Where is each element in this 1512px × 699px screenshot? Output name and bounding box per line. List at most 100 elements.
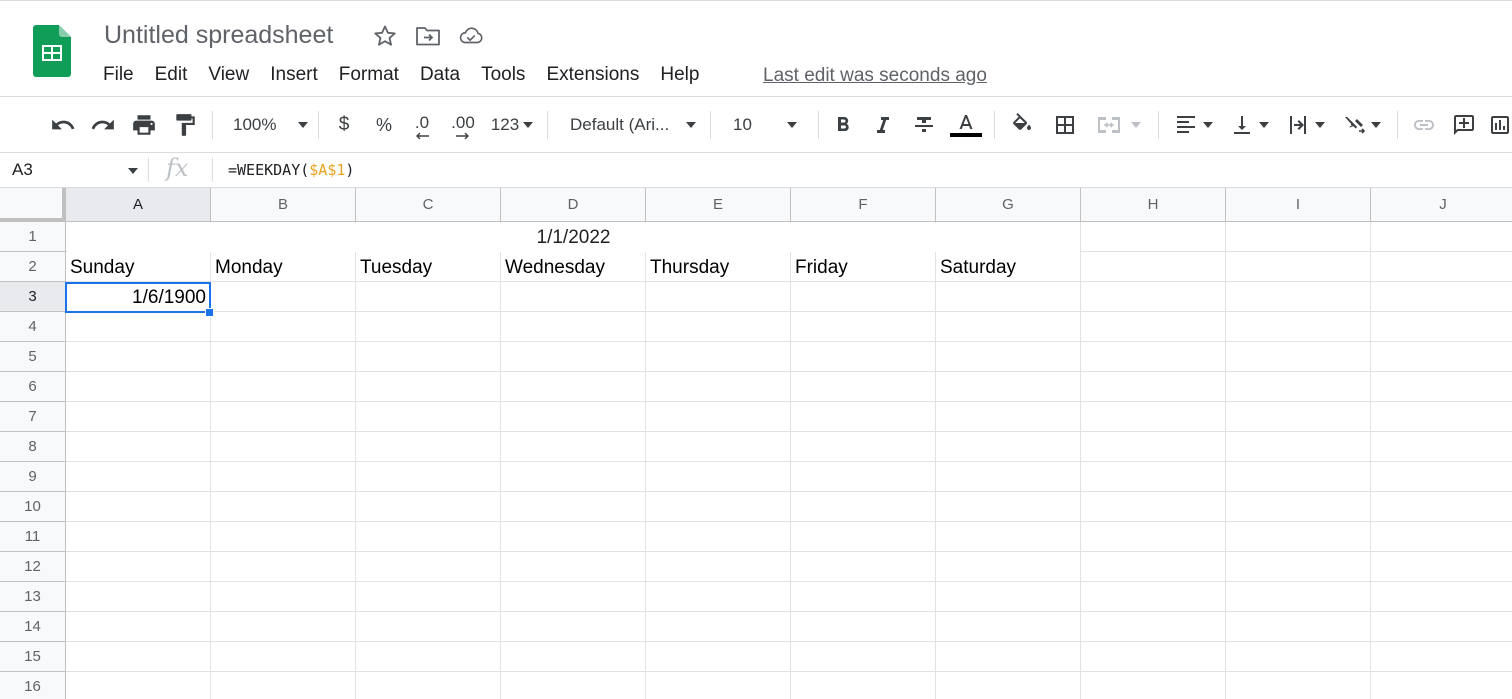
redo-icon[interactable] xyxy=(86,97,120,153)
formula-input[interactable]: =WEEKDAY($A$1) xyxy=(228,161,354,179)
row-header-2[interactable]: 2 xyxy=(0,252,66,282)
menu-edit[interactable]: Edit xyxy=(155,61,188,89)
row-header-5[interactable]: 5 xyxy=(0,342,66,372)
document-title[interactable]: Untitled spreadsheet xyxy=(104,19,333,51)
star-icon[interactable] xyxy=(372,23,398,49)
name-box[interactable]: A3 xyxy=(0,153,148,187)
toolbar-divider xyxy=(1158,111,1159,139)
column-header-c[interactable]: C xyxy=(356,188,501,222)
insert-chart-icon[interactable] xyxy=(1488,97,1512,153)
paint-format-icon[interactable] xyxy=(168,97,202,153)
cell-e2[interactable]: Thursday xyxy=(650,253,729,282)
menu-data[interactable]: Data xyxy=(420,61,460,89)
row-header-4[interactable]: 4 xyxy=(0,312,66,342)
column-header-b[interactable]: B xyxy=(211,188,356,222)
menu-tools[interactable]: Tools xyxy=(481,61,525,89)
menu-format[interactable]: Format xyxy=(339,61,399,89)
sheets-logo-icon[interactable] xyxy=(33,25,71,77)
italic-icon[interactable] xyxy=(868,97,898,153)
row-header-16[interactable]: 16 xyxy=(0,672,66,699)
row-header-3[interactable]: 3 xyxy=(0,282,66,312)
fill-handle[interactable] xyxy=(205,308,214,317)
column-header-d[interactable]: D xyxy=(501,188,646,222)
text-color-icon[interactable] xyxy=(950,97,982,153)
menu-file[interactable]: File xyxy=(103,61,134,89)
chevron-down-icon xyxy=(523,122,534,128)
fill-color-icon[interactable] xyxy=(1006,97,1038,153)
toolbar-divider xyxy=(994,111,995,139)
select-all-corner[interactable] xyxy=(0,188,66,222)
cloud-saved-icon[interactable] xyxy=(458,23,484,49)
row-header-7[interactable]: 7 xyxy=(0,402,66,432)
row-header-8[interactable]: 8 xyxy=(0,432,66,462)
chevron-down-icon xyxy=(1315,122,1325,128)
merge-cells-icon[interactable] xyxy=(1090,97,1146,153)
column-header-e[interactable]: E xyxy=(646,188,791,222)
column-header-f[interactable]: F xyxy=(791,188,936,222)
formula-reference: $A$1 xyxy=(309,161,346,179)
borders-icon[interactable] xyxy=(1049,97,1081,153)
decrease-decimal-button[interactable]: .0 xyxy=(406,97,438,153)
menu-view[interactable]: View xyxy=(208,61,249,89)
chevron-down-icon xyxy=(1131,122,1141,128)
insert-comment-icon[interactable] xyxy=(1448,97,1480,153)
bold-icon[interactable] xyxy=(828,97,858,153)
zoom-select[interactable]: 100% xyxy=(222,97,312,153)
format-percent-button[interactable]: % xyxy=(370,97,398,153)
column-header-i[interactable]: I xyxy=(1226,188,1371,222)
cell-c2[interactable]: Tuesday xyxy=(360,253,432,282)
column-header-j[interactable]: J xyxy=(1371,188,1512,222)
text-rotation-icon[interactable] xyxy=(1336,97,1386,153)
formula-bar-divider xyxy=(212,158,213,182)
toolbar-divider xyxy=(818,111,819,139)
column-header-h[interactable]: H xyxy=(1081,188,1226,222)
row-header-14[interactable]: 14 xyxy=(0,612,66,642)
row-header-13[interactable]: 13 xyxy=(0,582,66,612)
menu-help[interactable]: Help xyxy=(660,61,699,89)
column-header-g[interactable]: G xyxy=(936,188,1081,222)
undo-icon[interactable] xyxy=(46,97,80,153)
menu-extensions[interactable]: Extensions xyxy=(546,61,639,89)
column-gridline xyxy=(1370,222,1371,699)
row-gridline xyxy=(66,581,1512,582)
cell-f2[interactable]: Friday xyxy=(795,253,848,282)
row-header-1[interactable]: 1 xyxy=(0,222,66,252)
font-size-select[interactable]: 10 xyxy=(722,97,810,153)
horizontal-align-icon[interactable] xyxy=(1168,97,1218,153)
insert-link-icon[interactable] xyxy=(1408,97,1440,153)
increase-decimal-button[interactable]: .00 xyxy=(446,97,480,153)
toolbar-divider xyxy=(547,111,548,139)
row-header-12[interactable]: 12 xyxy=(0,552,66,582)
cell-a1-merged[interactable]: 1/1/2022 xyxy=(67,223,1080,252)
formula-suffix: ) xyxy=(345,161,355,179)
print-icon[interactable] xyxy=(127,97,161,153)
cell-d2[interactable]: Wednesday xyxy=(505,253,605,282)
row-header-10[interactable]: 10 xyxy=(0,492,66,522)
row-header-6[interactable]: 6 xyxy=(0,372,66,402)
increase-decimal-label: .00 xyxy=(451,113,475,132)
font-family-value: Default (Ari... xyxy=(570,115,670,134)
toolbar: 100% $ % .0 .00 123 Default (Ari... 10 xyxy=(0,97,1512,153)
move-to-folder-icon[interactable] xyxy=(415,23,441,49)
font-family-select[interactable]: Default (Ari... xyxy=(558,97,702,153)
column-header-a[interactable]: A xyxy=(66,188,211,222)
last-edit-link[interactable]: Last edit was seconds ago xyxy=(763,62,987,90)
name-box-value: A3 xyxy=(12,160,33,179)
vertical-align-icon[interactable] xyxy=(1224,97,1274,153)
cell-a2[interactable]: Sunday xyxy=(70,253,134,282)
row-header-15[interactable]: 15 xyxy=(0,642,66,672)
strikethrough-icon[interactable] xyxy=(909,97,939,153)
row-header-9[interactable]: 9 xyxy=(0,462,66,492)
sheet-grid[interactable]: ABCDEFGHIJ 1 2 3 4 5 6 7 8 9 10 11 12 13 14 15 16 1/1/2… xyxy=(0,188,1512,699)
menu-insert[interactable]: Insert xyxy=(270,61,318,89)
font-size-value: 10 xyxy=(733,115,752,134)
zoom-value: 100% xyxy=(233,115,277,134)
cell-b2[interactable]: Monday xyxy=(215,253,283,282)
cell-g2[interactable]: Saturday xyxy=(940,253,1016,282)
more-formats-button[interactable]: 123 xyxy=(486,97,538,153)
currency-label: $ xyxy=(338,114,350,135)
text-wrapping-icon[interactable] xyxy=(1280,97,1330,153)
row-gridline xyxy=(66,341,1512,342)
format-currency-button[interactable]: $ xyxy=(330,97,358,153)
row-header-11[interactable]: 11 xyxy=(0,522,66,552)
